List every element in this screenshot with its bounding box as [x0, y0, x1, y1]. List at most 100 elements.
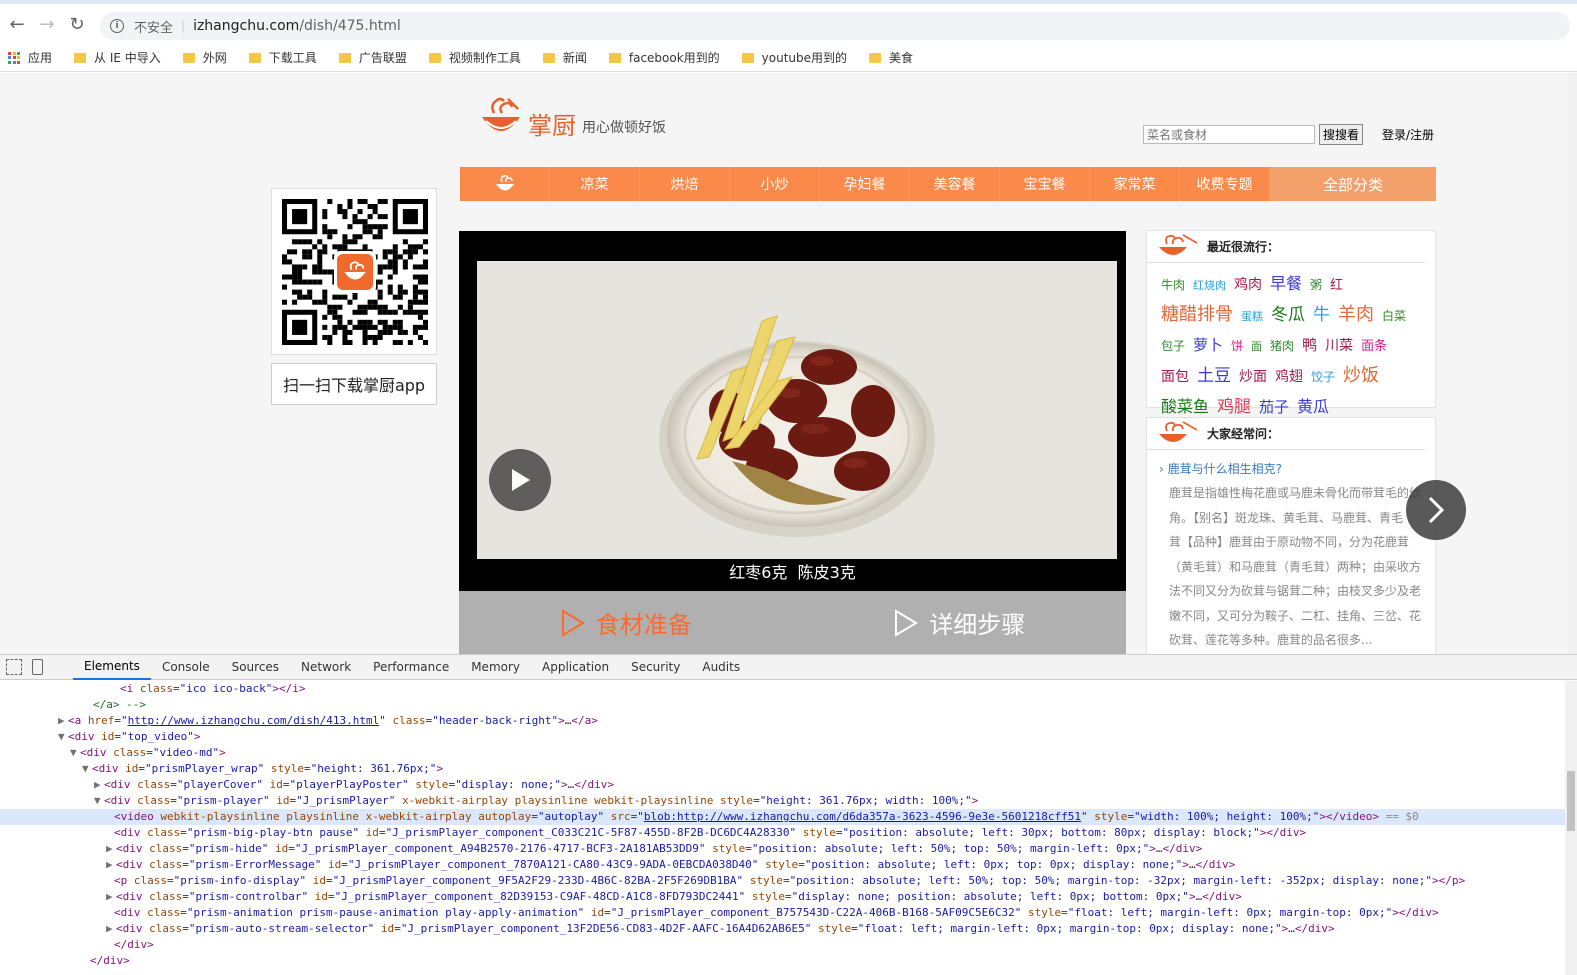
disclosure-triangle-icon[interactable]: ▶ [58, 713, 68, 729]
disclosure-triangle-icon[interactable]: ▶ [106, 921, 116, 937]
popular-tag[interactable]: 炒饭 [1343, 361, 1379, 390]
dom-node-line[interactable]: <div class="prism-big-play-btn pause" id… [0, 825, 1577, 841]
popular-tag[interactable]: 川菜 [1325, 332, 1353, 361]
devtools-tab[interactable]: Console [151, 655, 221, 680]
bookmark-item[interactable]: 广告联盟 [338, 49, 407, 66]
dom-node-line[interactable]: </div> [0, 937, 1577, 953]
popular-tag[interactable]: 蛋糕 [1241, 302, 1263, 331]
device-toggle-icon[interactable] [32, 659, 43, 675]
popular-tag[interactable]: 鸭 [1302, 331, 1317, 360]
nav-item[interactable]: 宝宝餐 [1000, 167, 1090, 201]
dom-node-line[interactable]: </a> --> [0, 697, 1577, 713]
devtools-tab[interactable]: Sources [221, 655, 290, 680]
disclosure-triangle-icon[interactable]: ▼ [70, 745, 80, 761]
nav-all-categories[interactable]: 全部分类 [1270, 167, 1436, 201]
devtools-tab[interactable]: Security [620, 655, 691, 680]
dom-node-line[interactable]: </div> [0, 953, 1577, 969]
next-arrow-button[interactable] [1406, 480, 1466, 540]
dom-node-line[interactable]: ▼ <div class="prism-player" id="J_prismPl… [0, 793, 1577, 809]
devtools-tab[interactable]: Network [290, 655, 362, 680]
popular-tag[interactable]: 白菜 [1382, 302, 1406, 331]
popular-tag[interactable]: 红 [1330, 271, 1343, 300]
popular-tag[interactable]: 冬瓜 [1271, 301, 1305, 330]
tab-ingredients[interactable]: 食材准备 [459, 591, 793, 654]
devtools-tab[interactable]: Memory [460, 655, 531, 680]
popular-tag[interactable]: 糖醋排骨 [1161, 300, 1233, 329]
page-scrollbar[interactable] [1568, 73, 1577, 654]
devtools-tab[interactable]: Performance [362, 655, 460, 680]
dom-node-line[interactable]: <p class="prism-info-display" id="J_pris… [0, 873, 1577, 889]
popular-tag[interactable]: 牛 [1313, 301, 1330, 330]
search-button[interactable]: 搜搜看 [1319, 124, 1363, 145]
popular-tag[interactable]: 猪肉 [1270, 332, 1294, 361]
popular-tag[interactable]: 萝卜 [1193, 331, 1223, 360]
popular-tag[interactable]: 粥 [1310, 271, 1322, 300]
address-bar[interactable]: i 不安全 | izhangchu.com/dish/475.html [100, 12, 1570, 40]
disclosure-triangle-icon[interactable]: ▼ [94, 793, 104, 809]
popular-tag[interactable]: 鸡翅 [1275, 363, 1303, 392]
popular-tag[interactable]: 土豆 [1197, 362, 1231, 391]
devtools-tab[interactable]: Application [531, 655, 620, 680]
dom-node-line[interactable]: ▼ <div class="video-md"> [0, 745, 1577, 761]
search-input[interactable] [1143, 125, 1315, 144]
popular-tag[interactable]: 面条 [1361, 332, 1387, 361]
dom-node-line[interactable]: <video webkit-playsinline playsinline x-… [0, 809, 1577, 825]
inspect-element-icon[interactable] [6, 659, 22, 675]
bookmark-item[interactable]: 应用 [8, 49, 52, 66]
popular-tag[interactable]: 羊肉 [1338, 300, 1374, 329]
dom-node-line[interactable]: ▶ <div class="prism-controlbar" id="J_pri… [0, 889, 1577, 905]
disclosure-triangle-icon[interactable]: ▼ [58, 729, 68, 745]
bookmark-item[interactable]: 从 IE 中导入 [74, 49, 161, 66]
popular-tag[interactable]: 面包 [1161, 363, 1189, 392]
dom-node-line[interactable]: ▶ <div class="prism-auto-stream-selector"… [0, 921, 1577, 937]
dom-node-line[interactable]: ▼ <div id="top_video"> [0, 729, 1577, 745]
nav-home-icon[interactable] [460, 167, 550, 201]
disclosure-triangle-icon[interactable]: ▶ [94, 777, 104, 793]
nav-item[interactable]: 烘焙 [640, 167, 730, 201]
site-logo[interactable]: 掌厨 用心做顿好饭 [478, 95, 666, 141]
bookmark-item[interactable]: 下载工具 [248, 49, 317, 66]
bookmark-item[interactable]: 美食 [869, 49, 913, 66]
scroll-thumb[interactable] [1567, 771, 1575, 831]
elements-tree[interactable]: <i class="ico ico-back"></i> </a> --> ▶ <a … [0, 680, 1577, 969]
popular-tag[interactable]: 饼 [1231, 332, 1243, 361]
dom-node-line[interactable]: <i class="ico ico-back"></i> [0, 681, 1577, 697]
devtools-tab[interactable]: Elements [73, 655, 151, 680]
video-frame[interactable] [477, 261, 1117, 559]
bookmark-item[interactable]: facebook用到的 [608, 49, 720, 66]
dom-node-line[interactable]: ▶ <div class="prism-ErrorMessage" id="J_p… [0, 857, 1577, 873]
popular-tag[interactable]: 鸡肉 [1234, 271, 1262, 300]
devtools-tab[interactable]: Audits [691, 655, 751, 680]
nav-item[interactable]: 美容餐 [910, 167, 1000, 201]
devtools-scrollbar[interactable] [1565, 681, 1577, 975]
bookmark-item[interactable]: 外网 [182, 49, 227, 66]
disclosure-triangle-icon[interactable]: ▶ [106, 857, 116, 873]
bookmark-item[interactable]: youtube用到的 [741, 49, 847, 66]
bookmark-item[interactable]: 视频制作工具 [428, 49, 521, 66]
nav-item[interactable]: 小炒 [730, 167, 820, 201]
nav-item[interactable]: 凉菜 [550, 167, 640, 201]
dom-node-line[interactable]: ▶ <a href="http://www.izhangchu.com/dish/… [0, 713, 1577, 729]
back-arrow-icon[interactable]: ← [2, 9, 32, 39]
tab-steps[interactable]: 详细步骤 [793, 591, 1127, 654]
dom-node-line[interactable]: ▶ <div class="playerCover" id="playerPlay… [0, 777, 1577, 793]
play-button[interactable] [489, 449, 551, 511]
video-player[interactable]: 红枣6克 陈皮3克 [459, 231, 1126, 591]
url-text[interactable]: izhangchu.com/dish/475.html [193, 18, 401, 34]
forward-arrow-icon[interactable]: → [32, 9, 62, 39]
disclosure-triangle-icon[interactable]: ▼ [82, 761, 92, 777]
faq-question-link[interactable]: › 鹿茸与什么相生相克? [1159, 460, 1435, 477]
popular-tag[interactable]: 牛肉 [1161, 271, 1185, 300]
reload-icon[interactable]: ↻ [62, 9, 92, 39]
popular-tag[interactable]: 面 [1251, 332, 1262, 361]
popular-tag[interactable]: 红烧肉 [1193, 271, 1226, 300]
disclosure-triangle-icon[interactable]: ▶ [106, 841, 116, 857]
login-register-link[interactable]: 登录/注册 [1382, 126, 1434, 143]
dom-node-line[interactable]: <div class="prism-animation prism-pause-… [0, 905, 1577, 921]
popular-tag[interactable]: 炒面 [1239, 363, 1267, 392]
popular-tag[interactable]: 饺子 [1311, 363, 1335, 392]
nav-item[interactable]: 孕妇餐 [820, 167, 910, 201]
dom-node-line[interactable]: ▼ <div id="prismPlayer_wrap" style="heigh… [0, 761, 1577, 777]
info-icon[interactable]: i [110, 19, 124, 33]
dom-node-line[interactable]: ▶ <div class="prism-hide" id="J_prismPlay… [0, 841, 1577, 857]
